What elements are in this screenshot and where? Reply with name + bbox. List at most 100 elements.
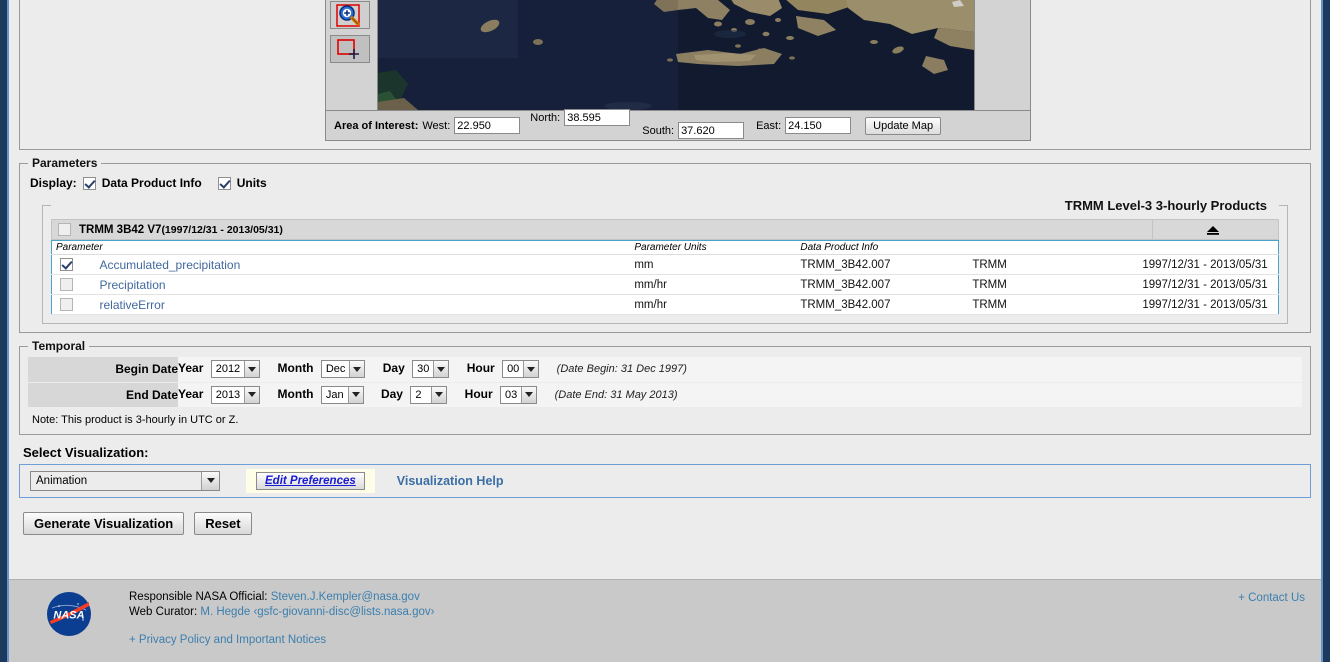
page-content: Area of Interest: West: North: South: Ea… (9, 0, 1321, 662)
map-toolbar (326, 0, 378, 110)
footer-privacy-link[interactable]: + Privacy Policy and Important Notices (129, 633, 1238, 648)
row-parameter-name-cell: Precipitation (77, 274, 631, 295)
checkbox-data-product-info[interactable] (82, 176, 96, 190)
begin-month-value: Dec (325, 363, 346, 376)
select-visualization-title: Select Visualization: (23, 444, 149, 460)
row-checkbox-cell (51, 254, 78, 275)
edit-preferences-wrapper: Edit Preferences (246, 468, 375, 493)
south-input[interactable] (678, 122, 745, 139)
col-data-product-info: Data Product Info (796, 240, 969, 255)
end-year-select[interactable]: 2013 (210, 385, 261, 404)
footer-contact-us-link[interactable]: + Contact Us (1238, 592, 1321, 604)
parameters-table: Parameter Parameter Units Data Product I… (51, 240, 1279, 315)
end-date-label: End Date (28, 382, 178, 408)
map-row (326, 0, 1030, 110)
end-date-hint: (Date End: 31 May 2013) (554, 388, 678, 401)
east-input[interactable] (785, 117, 852, 134)
north-input[interactable] (564, 109, 631, 126)
footer-official-label: Responsible NASA Official: (129, 591, 268, 603)
footer-contact-info: Responsible NASA Official: Steven.J.Kemp… (129, 590, 1238, 662)
box-select-tool[interactable] (330, 35, 370, 63)
end-hour-select[interactable]: 03 (500, 385, 538, 404)
chevron-down-icon (201, 471, 219, 490)
west-input[interactable] (454, 117, 521, 134)
row-mission: TRMM (968, 294, 1139, 315)
footer-curator-line: Web Curator: M. Hegde ‹gsfc-giovanni-dis… (129, 605, 1238, 620)
checkbox-units[interactable] (217, 176, 231, 190)
west-label: West: (422, 119, 451, 132)
row-mission: TRMM (968, 254, 1139, 275)
box-select-icon (337, 39, 359, 59)
table-row: Accumulated_precipitation mm TRMM_3B42.0… (51, 254, 1279, 275)
footer-contact-wrapper: + Contact Us (1238, 590, 1321, 662)
begin-day-select[interactable]: 30 (412, 360, 450, 379)
checkbox-relative-error[interactable] (60, 298, 73, 311)
end-day-label: Day (380, 386, 403, 401)
end-year-label: Year (178, 386, 204, 401)
begin-year-label: Year (178, 361, 204, 376)
row-product-id: TRMM_3B42.007 (796, 294, 969, 315)
link-relative-error[interactable]: relativeError (100, 298, 165, 312)
display-label: Display: (30, 176, 77, 190)
end-date-fields: Year 2013 Month Jan Day 2 Hour 03 (Date … (178, 382, 1302, 408)
footer-official-email[interactable]: Steven.J.Kempler@nasa.gov (271, 591, 420, 603)
begin-date-label: Begin Date (28, 357, 178, 383)
footer-curator-name[interactable]: M. Hegde (200, 606, 250, 618)
end-month-label: Month (277, 386, 314, 401)
col-mission (968, 240, 1139, 255)
end-date-row: End Date Year 2013 Month Jan Day 2 Hour … (28, 382, 1302, 408)
update-map-button[interactable]: Update Map (865, 116, 942, 135)
checkbox-precipitation[interactable] (60, 278, 73, 291)
nasa-logo: NASA (9, 590, 129, 662)
map-container: Area of Interest: West: North: South: Ea… (325, 0, 1031, 141)
begin-year-select[interactable]: 2012 (210, 360, 261, 379)
begin-month-label: Month (277, 361, 314, 376)
action-buttons-row: Generate Visualization Reset (23, 511, 1321, 535)
end-month-select[interactable]: Jan (320, 385, 364, 404)
product-header-row: TRMM 3B42 V7(1997/12/31 - 2013/05/31) (51, 219, 1279, 240)
generate-visualization-button[interactable]: Generate Visualization (23, 511, 185, 535)
end-hour-label: Hour (464, 386, 493, 401)
end-day-value: 2 (415, 388, 422, 401)
checkbox-accumulated-precipitation[interactable] (60, 258, 73, 271)
row-date-range: 1997/12/31 - 2013/05/31 (1138, 274, 1279, 295)
zoom-in-tool[interactable] (330, 1, 370, 29)
chevron-down-icon (347, 386, 363, 403)
product-group-legend: TRMM Level-3 3-hourly Products (51, 198, 1279, 213)
product-date-range: (1997/12/31 - 2013/05/31) (161, 223, 283, 236)
link-accumulated-precipitation[interactable]: Accumulated_precipitation (100, 258, 241, 272)
link-precipitation[interactable]: Precipitation (100, 278, 166, 292)
collapse-glyph (1206, 225, 1219, 235)
begin-hour-select[interactable]: 00 (502, 360, 540, 379)
end-month-value: Jan (325, 388, 344, 401)
aoi-label: Area of Interest: (334, 119, 419, 132)
checkbox-product-trmm-3b42[interactable] (58, 223, 71, 236)
row-units: mm (630, 254, 797, 275)
end-day-select[interactable]: 2 (410, 385, 448, 404)
map-image[interactable] (378, 0, 974, 110)
collapse-triangle-icon[interactable] (1152, 220, 1272, 239)
row-units: mm/hr (630, 294, 797, 315)
chevron-down-icon (349, 361, 365, 378)
row-checkbox-cell (51, 274, 78, 295)
visualization-selected-value: Animation (36, 474, 88, 487)
edit-preferences-button[interactable]: Edit Preferences (256, 471, 365, 490)
product-title: TRMM 3B42 V7(1997/12/31 - 2013/05/31) (79, 224, 283, 236)
giovanni-page: Area of Interest: West: North: South: Ea… (0, 0, 1330, 662)
chevron-down-icon (521, 386, 537, 403)
east-label: East: (756, 119, 782, 132)
begin-month-select[interactable]: Dec (320, 360, 366, 379)
map-panel: Area of Interest: West: North: South: Ea… (19, 0, 1311, 150)
chevron-down-icon (433, 361, 449, 378)
end-year-value: 2013 (215, 388, 241, 401)
footer-curator-email[interactable]: ‹gsfc-giovanni-disc@lists.nasa.gov› (253, 606, 434, 618)
visualization-help-link[interactable]: Visualization Help (397, 474, 504, 488)
parameters-section: Parameters Display: Data Product Info Un… (19, 156, 1311, 333)
area-of-interest-bar: Area of Interest: West: North: South: Ea… (326, 109, 1030, 140)
end-hour-value: 03 (505, 388, 518, 401)
parameters-header-row: Parameter Parameter Units Data Product I… (51, 240, 1279, 255)
parameters-table-body: Accumulated_precipitation mm TRMM_3B42.0… (51, 254, 1279, 315)
svg-text:NASA: NASA (53, 610, 84, 622)
reset-button[interactable]: Reset (194, 511, 252, 535)
visualization-select[interactable]: Animation (30, 470, 220, 491)
